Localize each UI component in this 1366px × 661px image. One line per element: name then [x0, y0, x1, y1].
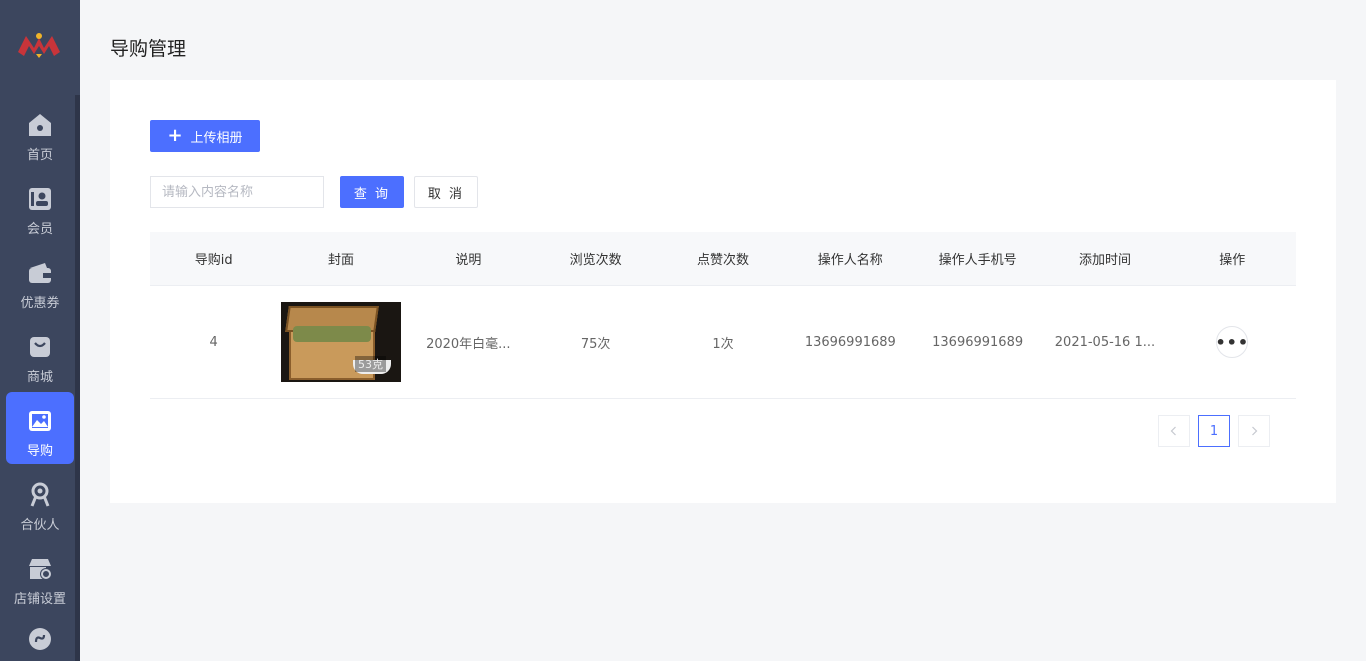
sidebar-item-label: 店铺设置 [13, 592, 66, 607]
upload-album-label: 上传相册 [190, 130, 243, 146]
column-header: 说明 [455, 253, 482, 268]
member-card-icon [29, 188, 51, 210]
cell-actions: ••• [1169, 286, 1296, 398]
cell-description: 2020年白毫... [426, 336, 511, 352]
pagination: 1 [1158, 415, 1270, 447]
column-header: 添加时间 [1078, 253, 1131, 268]
sidebar-item-label: 首页 [26, 148, 53, 163]
sidebar-item-partner[interactable]: 合伙人 [6, 466, 74, 538]
shopping-bag-icon [30, 337, 50, 357]
sidebar-item-label: 优惠券 [20, 296, 60, 311]
image-gallery-icon [29, 411, 51, 431]
cell-added-time: 2021-05-16 1... [1054, 334, 1156, 350]
guide-table: 导购id 封面 说明 浏览次数 点赞次数 操作人名称 操作人手机号 添加时间 操… [150, 232, 1296, 399]
sidebar-item-store-settings[interactable]: 店铺设置 [6, 540, 74, 612]
cell-operator-name: 13696991689 [804, 334, 896, 350]
table-row: 4 53克 2020年白毫... 75次 1次 13696991689 1369… [150, 286, 1296, 399]
mini-program-icon [29, 628, 51, 650]
sidebar-item-mall[interactable]: 商城 [6, 318, 74, 390]
partner-icon [30, 482, 50, 507]
cell-views: 75次 [580, 336, 611, 352]
cell-likes: 1次 [712, 336, 734, 352]
column-header: 封面 [327, 253, 354, 268]
column-header: 导购id [194, 253, 233, 268]
cover-tag: 53克 [354, 356, 386, 372]
more-icon[interactable]: ••• [1215, 326, 1249, 358]
query-button[interactable]: 查 询 [340, 176, 404, 208]
sidebar-item-member[interactable]: 会员 [6, 170, 74, 242]
page-title: 导购管理 [110, 38, 187, 60]
chevron-left-icon [1170, 426, 1176, 436]
tea-leaves [292, 326, 371, 342]
sidebar-item-coupon[interactable]: 优惠券 [6, 244, 74, 316]
wallet-icon [29, 263, 51, 283]
home-icon [29, 114, 51, 136]
sidebar: 首页 会员 优惠券 商城 导购 合伙人 店铺设置 [0, 0, 80, 661]
table-header: 导购id 封面 说明 浏览次数 点赞次数 操作人名称 操作人手机号 添加时间 操… [150, 232, 1296, 286]
sidebar-scrollbar[interactable] [75, 95, 80, 661]
sidebar-item-label: 合伙人 [20, 518, 60, 533]
column-header: 操作 [1219, 253, 1246, 268]
pagination-prev-button[interactable] [1158, 415, 1190, 447]
cancel-button[interactable]: 取 消 [414, 176, 478, 208]
cell-operator-phone: 13696991689 [932, 334, 1024, 350]
cover-image[interactable]: 53克 [280, 302, 401, 382]
column-header: 浏览次数 [569, 253, 622, 268]
sidebar-item-home[interactable]: 首页 [6, 96, 74, 168]
column-header: 操作人名称 [817, 253, 883, 268]
column-header: 操作人手机号 [938, 253, 1017, 268]
cell-cover: 53克 [277, 286, 404, 398]
pagination-page-button[interactable]: 1 [1198, 415, 1230, 447]
cell-id: 4 [209, 334, 218, 350]
brand-logo[interactable] [16, 28, 62, 62]
plus-icon: + [167, 125, 183, 146]
chevron-right-icon [1252, 426, 1258, 436]
sidebar-item-label: 商城 [26, 370, 53, 385]
pagination-next-button[interactable] [1238, 415, 1270, 447]
content-panel: + 上传相册 查 询 取 消 导购id 封面 说明 浏览次数 点赞次数 操作人名… [110, 80, 1336, 503]
sidebar-item-mini-program[interactable] [6, 614, 74, 661]
upload-album-button[interactable]: + 上传相册 [150, 120, 260, 152]
column-header: 点赞次数 [696, 253, 749, 268]
store-settings-icon [29, 559, 52, 580]
search-input[interactable] [150, 176, 324, 208]
sidebar-item-guide[interactable]: 导购 [6, 392, 74, 464]
sidebar-item-label: 会员 [26, 222, 53, 237]
sidebar-item-label: 导购 [26, 444, 53, 459]
